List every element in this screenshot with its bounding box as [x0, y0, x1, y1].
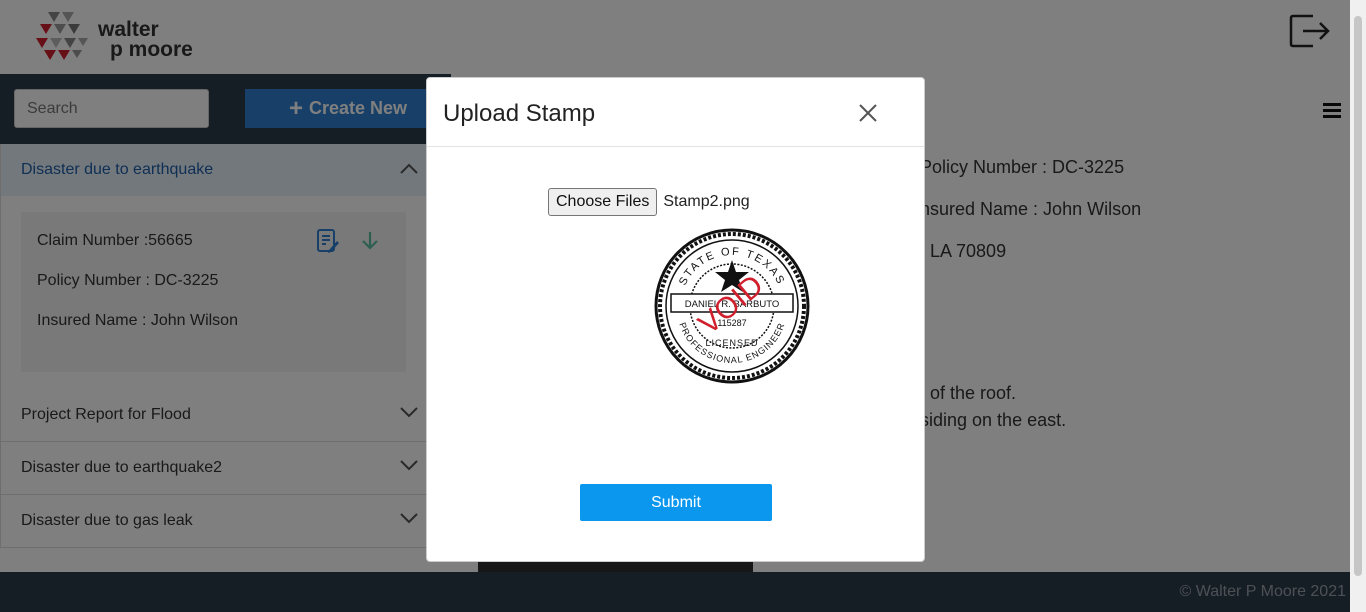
choose-files-button[interactable]: Choose Files: [548, 188, 658, 216]
modal-title: Upload Stamp: [443, 100, 596, 127]
modal-header: Upload Stamp: [427, 78, 924, 147]
page-scrollbar[interactable]: [1350, 0, 1366, 612]
upload-stamp-modal: Upload Stamp Choose Files Stamp2.png STA…: [426, 77, 925, 562]
selected-file-name: Stamp2.png: [663, 193, 750, 210]
stamp-preview-image: STATE OF TEXAS PROFESSIONAL ENGINEER DAN…: [654, 228, 810, 384]
close-icon[interactable]: [857, 102, 879, 124]
submit-button[interactable]: Submit: [580, 484, 772, 521]
file-input: Choose Files Stamp2.png: [548, 188, 750, 216]
scrollbar-thumb[interactable]: [1354, 16, 1362, 576]
